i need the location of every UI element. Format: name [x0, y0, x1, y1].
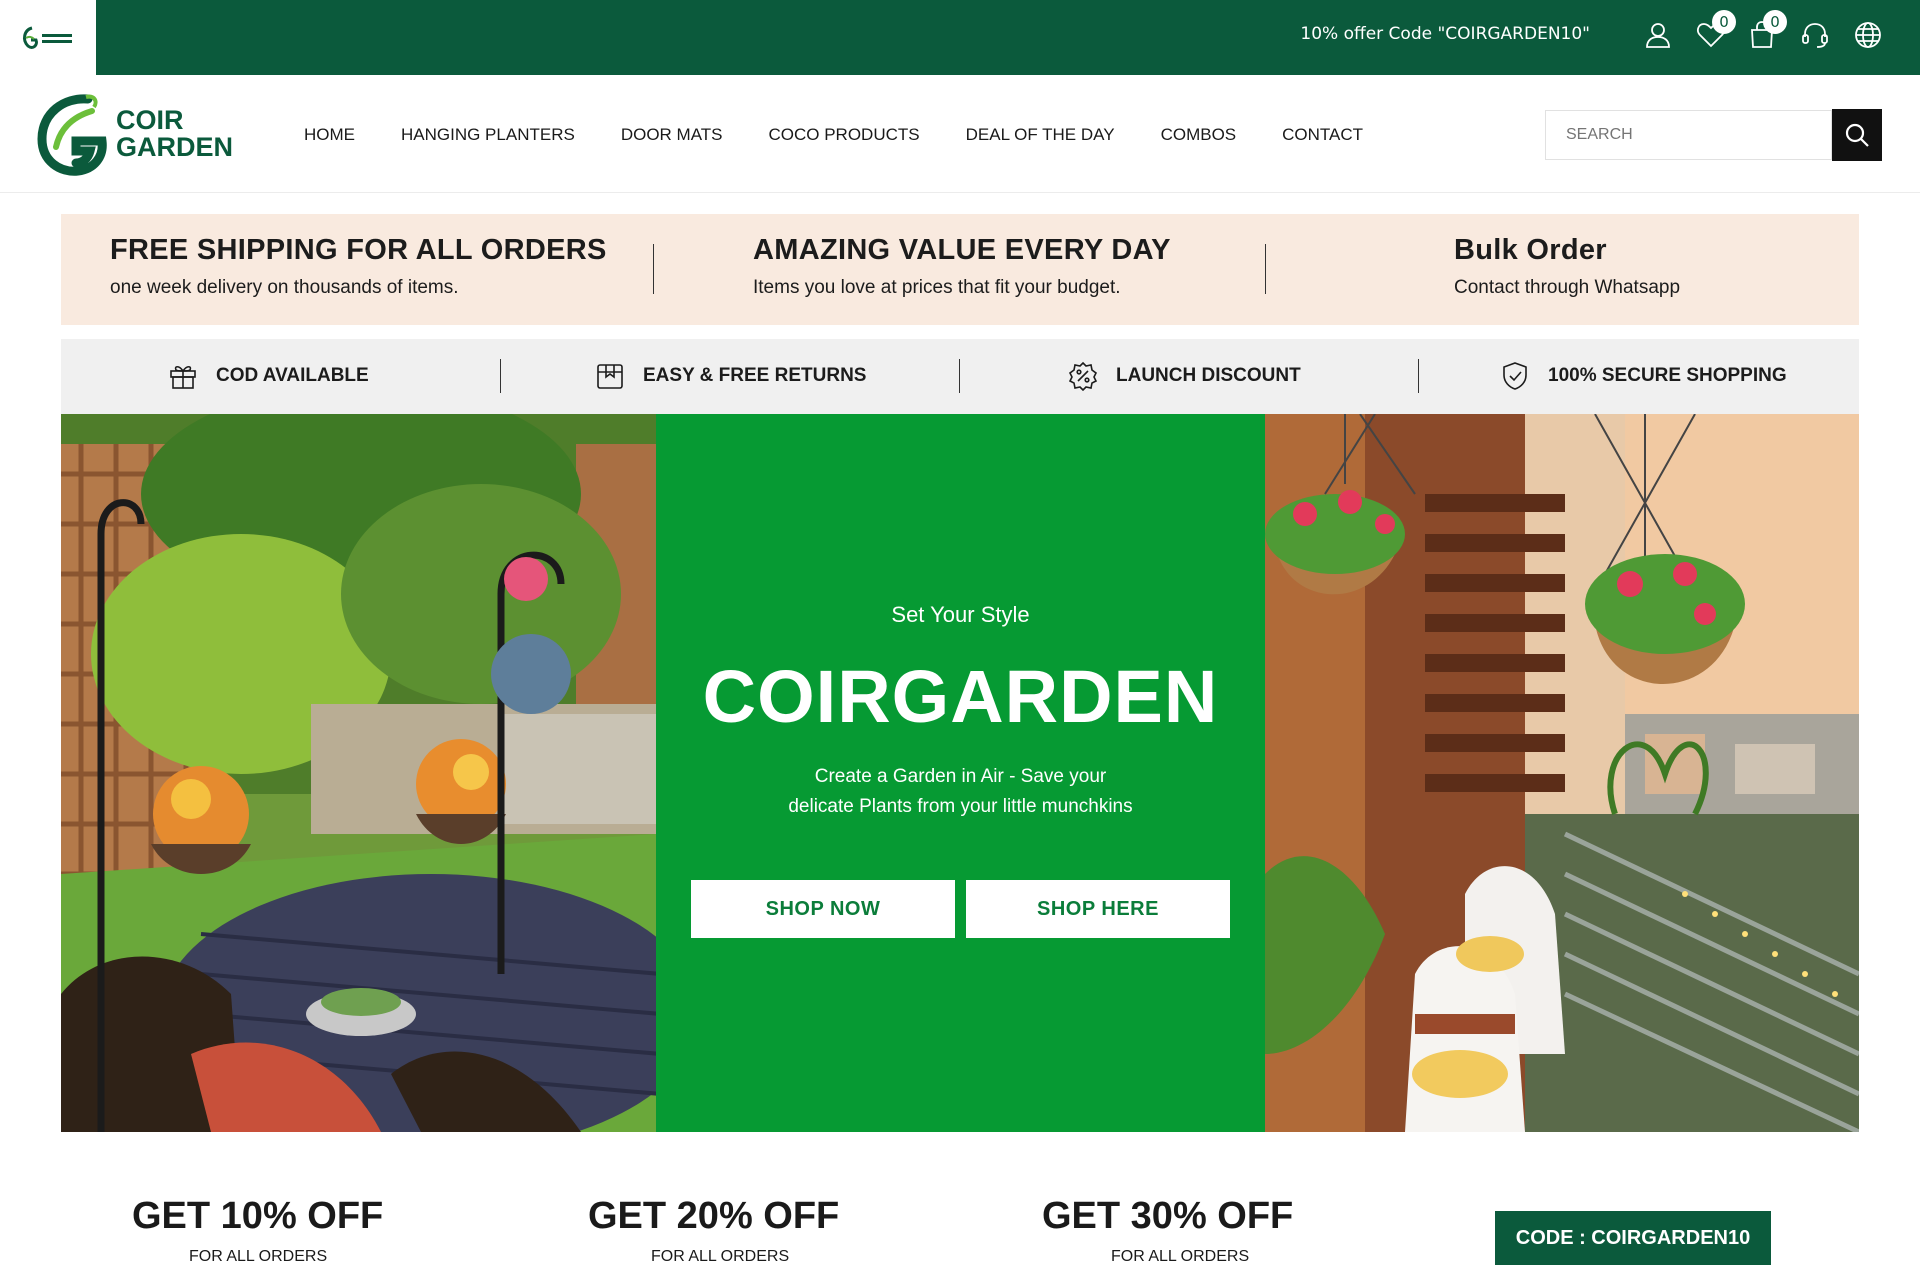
feature-divider [959, 359, 960, 393]
hero-description-line: Create a Garden in Air - Save your [814, 766, 1107, 787]
brand-wordmark: COIR GARDEN [116, 107, 233, 161]
feature-label: EASY & FREE RETURNS [643, 365, 867, 386]
coir-garden-g-logo-icon [37, 94, 107, 176]
coir-garden-logo-icon [23, 26, 72, 49]
language-globe-icon[interactable] [1853, 20, 1885, 52]
feature-cod: COD AVAILABLE [168, 361, 369, 391]
hero-banner: Set Your Style COIRGARDEN Create a Garde… [61, 414, 1859, 1132]
nav-hanging-planters[interactable]: HANGING PLANTERS [401, 125, 575, 145]
features-strip: COD AVAILABLE EASY & FREE RETURNS LAUNCH… [61, 339, 1859, 414]
offer-subtitle: FOR ALL ORDERS [1111, 1248, 1250, 1265]
main-header: COIR GARDEN HOME HANGING PLANTERS DOOR M… [0, 75, 1920, 193]
offer-code-text: 10% offer Code "COIRGARDEN10" [1300, 24, 1590, 44]
discount-badge-icon [1068, 361, 1098, 391]
shield-check-icon [1503, 362, 1527, 390]
promo-divider [653, 244, 654, 294]
promo-title: AMAZING VALUE EVERY DAY [753, 234, 1171, 266]
hero-tagline: Set Your Style [891, 602, 1030, 627]
wishlist-count-badge: 0 [1712, 10, 1736, 34]
nav-deal-of-the-day[interactable]: DEAL OF THE DAY [966, 125, 1115, 145]
promo-strip: FREE SHIPPING FOR ALL ORDERS one week de… [61, 214, 1859, 325]
feature-label: 100% SECURE SHOPPING [1548, 365, 1787, 386]
promo-subtitle: Contact through Whatsapp [1454, 277, 1681, 298]
offer-20-percent: GET 20% OFF FOR ALL ORDERS [576, 1195, 896, 1266]
hero-description-line: delicate Plants from your little munchki… [788, 796, 1133, 817]
search-box [1545, 110, 1832, 160]
promo-title: Bulk Order [1454, 234, 1607, 266]
promo-subtitle: one week delivery on thousands of items. [110, 277, 459, 298]
promo-amazing-value: AMAZING VALUE EVERY DAY Items you love a… [753, 234, 1171, 299]
offer-subtitle: FOR ALL ORDERS [651, 1248, 790, 1265]
feature-discount: LAUNCH DISCOUNT [1068, 361, 1301, 391]
hero-description: Create a Garden in Air - Save your delic… [756, 762, 1165, 822]
gift-icon [170, 365, 196, 389]
brand-line-2: GARDEN [116, 132, 234, 162]
nav-contact[interactable]: CONTACT [1282, 125, 1363, 145]
promo-divider [1265, 244, 1266, 294]
feature-divider [500, 359, 501, 393]
coupon-code-badge[interactable]: CODE : COIRGARDEN10 [1495, 1211, 1771, 1265]
balcony-photo-right [1265, 414, 1859, 1132]
promo-title: FREE SHIPPING FOR ALL ORDERS [110, 234, 607, 266]
main-nav: HOME HANGING PLANTERS DOOR MATS COCO PRO… [304, 125, 1409, 145]
offer-title: GET 20% OFF [576, 1195, 852, 1242]
feature-label: LAUNCH DISCOUNT [1116, 365, 1301, 386]
account-icon[interactable] [1643, 20, 1675, 52]
offer-title: GET 30% OFF [1030, 1195, 1306, 1242]
nav-coco-products[interactable]: COCO PRODUCTS [769, 125, 920, 145]
garden-photo-left [61, 414, 656, 1132]
support-headset-icon[interactable] [1800, 20, 1832, 52]
wishlist-heart-icon[interactable]: 0 [1696, 10, 1736, 52]
feature-secure: 100% SECURE SHOPPING [1500, 361, 1787, 391]
offer-title: GET 10% OFF [120, 1195, 396, 1242]
feature-divider [1418, 359, 1419, 393]
offer-30-percent: GET 30% OFF FOR ALL ORDERS [1030, 1195, 1350, 1266]
search-input[interactable] [1546, 111, 1832, 159]
nav-combos[interactable]: COMBOS [1161, 125, 1237, 145]
offer-subtitle: FOR ALL ORDERS [189, 1248, 328, 1265]
promo-bulk-order: Bulk Order Contact through Whatsapp [1454, 234, 1680, 299]
box-icon [597, 364, 623, 389]
nav-home[interactable]: HOME [304, 125, 355, 145]
search-icon [1845, 123, 1869, 147]
feature-label: COD AVAILABLE [216, 365, 369, 386]
cart-count-badge: 0 [1763, 10, 1787, 34]
nav-door-mats[interactable]: DOOR MATS [621, 125, 723, 145]
promo-subtitle: Items you love at prices that fit your b… [753, 277, 1121, 298]
hero-title: COIRGARDEN [702, 655, 1219, 738]
search-button[interactable] [1832, 109, 1882, 161]
feature-returns: EASY & FREE RETURNS [595, 361, 866, 391]
cart-bag-icon[interactable]: 0 [1747, 10, 1787, 52]
promo-free-shipping: FREE SHIPPING FOR ALL ORDERS one week de… [110, 234, 607, 299]
hero-text-panel: Set Your Style COIRGARDEN Create a Garde… [656, 414, 1265, 1132]
offer-10-percent: GET 10% OFF FOR ALL ORDERS [120, 1195, 440, 1266]
small-logo[interactable] [0, 0, 96, 75]
brand-logo[interactable]: COIR GARDEN [36, 93, 236, 177]
brand-line-1: COIR [116, 105, 184, 135]
shop-here-button[interactable]: SHOP HERE [966, 880, 1230, 938]
shop-now-button[interactable]: SHOP NOW [691, 880, 955, 938]
top-bar: 10% offer Code "COIRGARDEN10" 0 0 [0, 0, 1920, 75]
